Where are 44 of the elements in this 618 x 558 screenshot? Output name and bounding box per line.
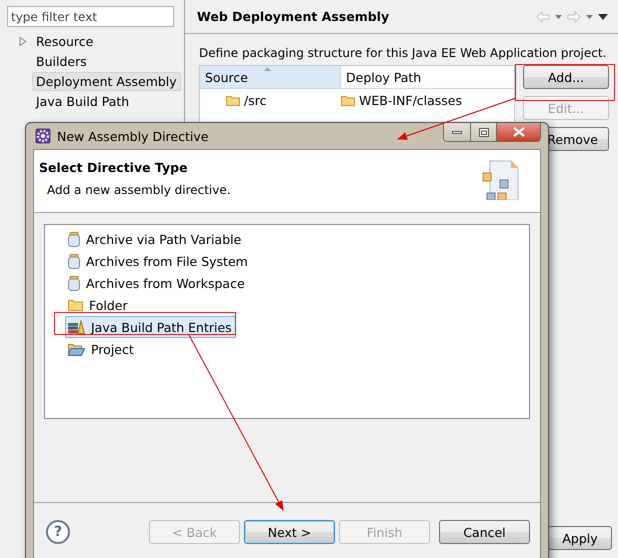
maximize-icon [478, 128, 488, 136]
dropdown-icon[interactable] [586, 14, 593, 18]
expand-icon[interactable] [19, 36, 27, 46]
directive-item[interactable]: Java Build Path Entries [65, 316, 236, 338]
help-button[interactable]: ? [46, 520, 70, 544]
tree-item[interactable]: Builders [32, 52, 91, 70]
folder-icon [68, 299, 83, 311]
dialog-title: New Assembly Directive [57, 128, 210, 144]
directive-item[interactable]: Archives from File System [65, 250, 252, 272]
close-button[interactable] [497, 123, 540, 141]
directive-item[interactable]: Archive via Path Variable [65, 228, 246, 250]
tree-item[interactable]: Resource [32, 32, 98, 50]
view-menu-icon[interactable] [598, 14, 608, 20]
dialog-subtitle: Add a new assembly directive. [46, 183, 231, 197]
directive-item[interactable]: Folder [65, 294, 132, 316]
directive-item[interactable]: Project [65, 338, 138, 360]
apply-button[interactable]: Apply [548, 526, 612, 550]
jar-icon [68, 254, 80, 268]
jar-icon [68, 276, 80, 290]
action-button[interactable]: Add... [523, 65, 609, 89]
table-cell: WEB-INF/classes [359, 92, 462, 108]
tree-item[interactable]: Deployment Assembly [32, 72, 181, 90]
page-title: Web Deployment Assembly [197, 9, 390, 24]
directive-item[interactable]: Archives from Workspace [65, 272, 249, 294]
dropdown-icon[interactable] [555, 14, 562, 18]
dialog-heading: Select Directive Type [39, 160, 189, 175]
sort-icon [264, 67, 271, 71]
books-icon [68, 320, 85, 334]
open-folder-icon [68, 342, 85, 356]
wizard-button[interactable]: Cancel [439, 520, 530, 544]
wizard-button[interactable]: Next > [244, 520, 335, 544]
folder-icon [226, 94, 240, 106]
minimize-icon [452, 130, 462, 134]
column-header[interactable]: Deploy Path [341, 66, 514, 88]
tree-item[interactable]: Java Build Path [32, 92, 134, 110]
close-icon [512, 127, 524, 137]
table-cell: /src [244, 92, 266, 108]
jar-icon [68, 232, 80, 246]
gear-icon [35, 128, 51, 144]
minimize-button[interactable] [444, 123, 471, 141]
filter-field[interactable]: type filter text [7, 6, 174, 27]
description-text: Define packaging structure for this Java EE Web Application project. [199, 46, 608, 60]
folder-icon [341, 94, 355, 106]
maximize-button[interactable] [471, 123, 497, 141]
